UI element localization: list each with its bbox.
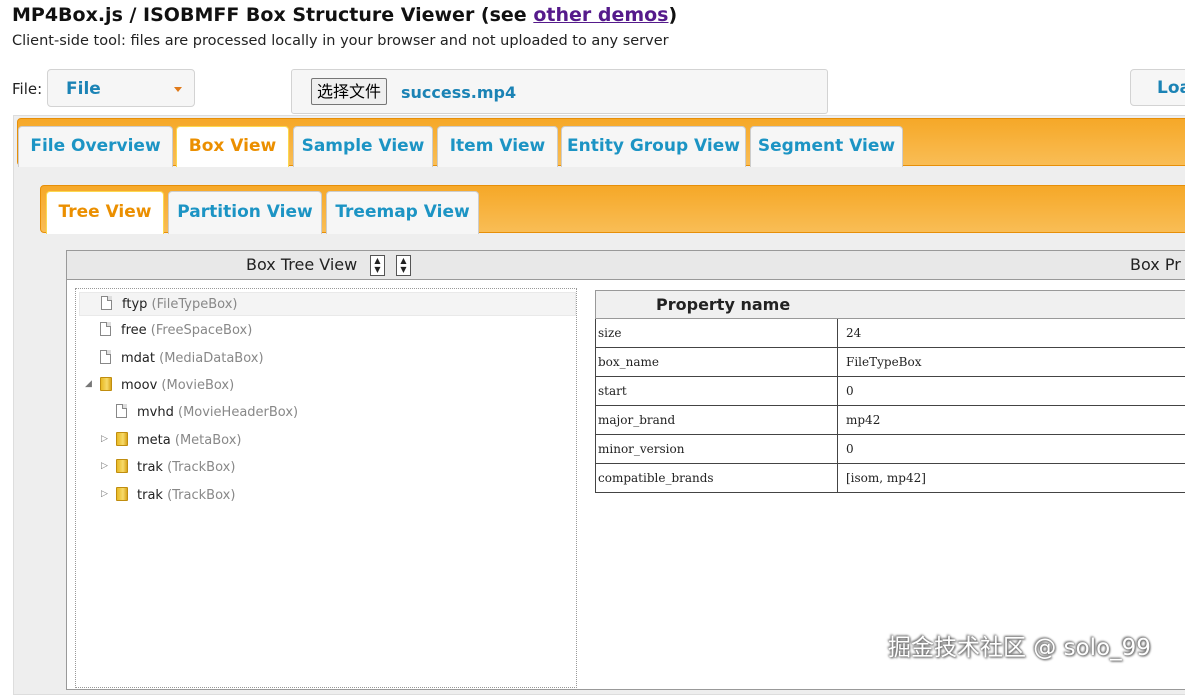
tab-box-view[interactable]: Box View bbox=[176, 126, 289, 167]
node-name: meta bbox=[137, 433, 171, 448]
tab-file-overview[interactable]: File Overview bbox=[18, 126, 173, 167]
page-subtitle: Client-side tool: files are processed lo… bbox=[12, 33, 669, 49]
file-icon bbox=[100, 322, 111, 336]
tab-item-view[interactable]: Item View bbox=[437, 126, 558, 167]
tab-tree-view[interactable]: Tree View bbox=[46, 191, 164, 234]
page-title: MP4Box.js / ISOBMFF Box Structure Viewer… bbox=[12, 4, 677, 26]
tree-header: Box Tree View ▲▼ ▲▼ Box Pr bbox=[67, 251, 1185, 280]
folder-icon bbox=[116, 459, 128, 473]
table-row: box_nameFileTypeBox bbox=[596, 348, 1185, 377]
file-input-container: 选择文件 success.mp4 bbox=[291, 69, 828, 114]
tree-node-ftyp[interactable]: ftyp (FileTypeBox) bbox=[79, 292, 576, 316]
folder-icon bbox=[100, 377, 112, 391]
node-name: trak bbox=[137, 460, 163, 475]
table-row: minor_version0 bbox=[596, 435, 1185, 464]
file-source-select[interactable]: File bbox=[47, 69, 195, 107]
other-demos-link[interactable]: other demos bbox=[533, 4, 668, 26]
node-name: mdat bbox=[121, 351, 155, 366]
expand-down-icon: ▼ bbox=[397, 265, 410, 274]
property-name: major_brand bbox=[596, 406, 838, 435]
expand-toggle-icon[interactable]: ▲▼ bbox=[396, 255, 411, 276]
table-row: compatible_brands[isom, mp42] bbox=[596, 464, 1185, 493]
tab-partition-view[interactable]: Partition View bbox=[168, 191, 322, 234]
tree-node-mvhd[interactable]: mvhd (MovieHeaderBox) bbox=[79, 402, 576, 426]
tab-segment-view[interactable]: Segment View bbox=[750, 126, 903, 167]
sort-down-icon: ▼ bbox=[371, 265, 384, 274]
node-name: moov bbox=[121, 378, 157, 393]
tree-node-free[interactable]: free (FreeSpaceBox) bbox=[79, 320, 576, 344]
tab-entity-group-view[interactable]: Entity Group View bbox=[561, 126, 746, 167]
property-value: 0 bbox=[838, 435, 1185, 464]
node-name: trak bbox=[137, 488, 163, 503]
expand-icon[interactable]: ▷ bbox=[101, 461, 108, 471]
box-properties-title: Box Pr bbox=[1130, 255, 1181, 274]
watermark: 掘金技术社区 @ solo_99 bbox=[888, 628, 1151, 662]
title-suffix: ) bbox=[669, 4, 678, 26]
collapse-icon[interactable]: ◢ bbox=[85, 379, 92, 389]
selected-filename: success.mp4 bbox=[401, 83, 516, 102]
sort-toggle-icon[interactable]: ▲▼ bbox=[370, 255, 385, 276]
expand-icon[interactable]: ▷ bbox=[101, 434, 108, 444]
chevron-down-icon bbox=[174, 87, 182, 92]
choose-file-button[interactable]: 选择文件 bbox=[311, 78, 387, 105]
node-type: (FreeSpaceBox) bbox=[151, 323, 253, 338]
file-icon bbox=[100, 350, 111, 364]
tab-treemap-view[interactable]: Treemap View bbox=[326, 191, 479, 234]
property-name: start bbox=[596, 377, 838, 406]
load-button[interactable]: Load bbox=[1130, 69, 1185, 106]
node-type: (FileTypeBox) bbox=[152, 297, 238, 312]
property-name: compatible_brands bbox=[596, 464, 838, 493]
box-tree-view-title: Box Tree View bbox=[246, 255, 357, 274]
box-tree: ftyp (FileTypeBox) free (FreeSpaceBox) m… bbox=[75, 288, 577, 688]
property-value: 0 bbox=[838, 377, 1185, 406]
title-text: MP4Box.js / ISOBMFF Box Structure Viewer… bbox=[12, 4, 533, 26]
expand-icon[interactable]: ▷ bbox=[101, 489, 108, 499]
node-type: (MovieHeaderBox) bbox=[178, 405, 298, 420]
table-row: major_brandmp42 bbox=[596, 406, 1185, 435]
tree-node-mdat[interactable]: mdat (MediaDataBox) bbox=[79, 348, 576, 372]
node-type: (MediaDataBox) bbox=[159, 351, 263, 366]
tree-node-trak[interactable]: ▷ trak (TrackBox) bbox=[79, 457, 576, 481]
folder-icon bbox=[116, 432, 128, 446]
property-name-header: Property name bbox=[596, 291, 1185, 319]
file-icon bbox=[116, 404, 127, 418]
property-name: size bbox=[596, 319, 838, 348]
file-label: File: bbox=[12, 80, 42, 98]
property-value: [isom, mp42] bbox=[838, 464, 1185, 493]
table-row: start0 bbox=[596, 377, 1185, 406]
box-properties-table: Property name size24 box_nameFileTypeBox… bbox=[595, 290, 1185, 493]
main-tab-bar: File Overview Box View Sample View Item … bbox=[17, 118, 1185, 166]
sort-up-icon: ▲ bbox=[371, 256, 384, 265]
property-value: 24 bbox=[838, 319, 1185, 348]
property-value: FileTypeBox bbox=[838, 348, 1185, 377]
file-icon bbox=[101, 296, 112, 310]
property-name: box_name bbox=[596, 348, 838, 377]
sub-tab-bar: Tree View Partition View Treemap View bbox=[40, 185, 1185, 233]
tab-sample-view[interactable]: Sample View bbox=[293, 126, 433, 167]
property-value: mp42 bbox=[838, 406, 1185, 435]
tree-node-moov[interactable]: ◢ moov (MovieBox) bbox=[79, 375, 576, 399]
node-name: mvhd bbox=[137, 405, 174, 420]
file-source-value: File bbox=[66, 79, 101, 99]
node-name: ftyp bbox=[122, 297, 147, 312]
table-row: size24 bbox=[596, 319, 1185, 348]
folder-icon bbox=[116, 487, 128, 501]
node-type: (MetaBox) bbox=[175, 433, 242, 448]
node-name: free bbox=[121, 323, 147, 338]
tree-node-trak[interactable]: ▷ trak (TrackBox) bbox=[79, 485, 576, 509]
property-name: minor_version bbox=[596, 435, 838, 464]
node-type: (TrackBox) bbox=[167, 460, 235, 475]
node-type: (TrackBox) bbox=[167, 488, 235, 503]
node-type: (MovieBox) bbox=[161, 378, 234, 393]
tree-node-meta[interactable]: ▷ meta (MetaBox) bbox=[79, 430, 576, 454]
expand-up-icon: ▲ bbox=[397, 256, 410, 265]
